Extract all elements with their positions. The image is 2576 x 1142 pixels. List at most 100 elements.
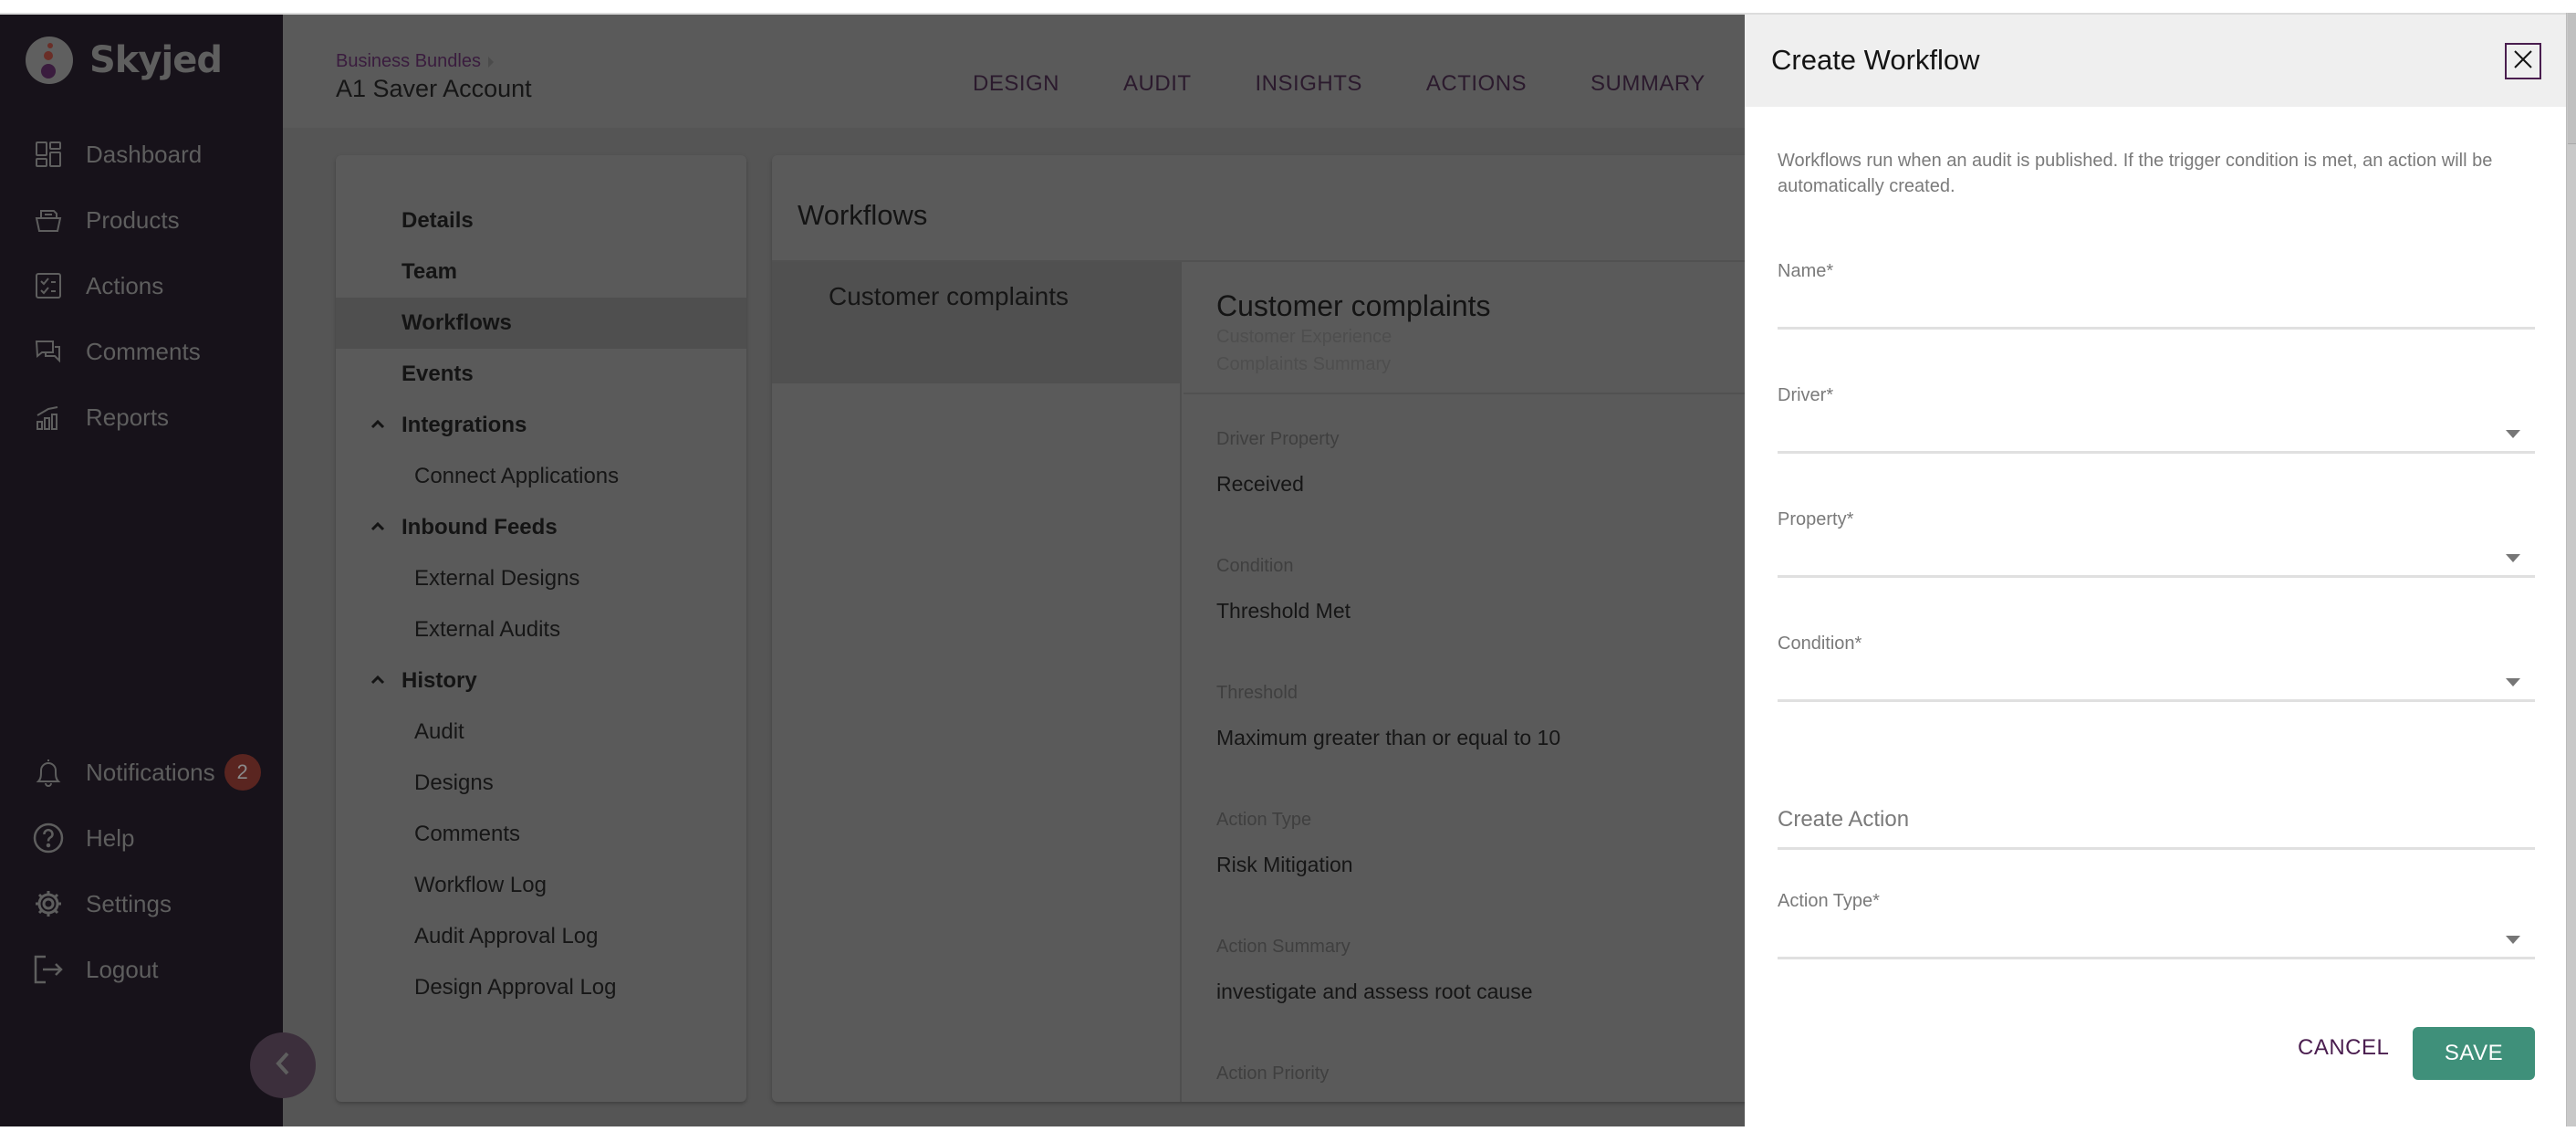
chevron-up-icon[interactable] (369, 519, 387, 536)
dropdown-arrow-icon (2506, 678, 2520, 686)
field-value: Maximum greater than or equal to 10 (1216, 726, 1561, 749)
page-title: A1 Saver Account (336, 75, 532, 102)
nav-item-label: Workflow Log (414, 873, 547, 897)
property-select[interactable] (1778, 530, 2535, 578)
sidebar-item-label: Settings (86, 889, 172, 917)
nav-item-label: Audit Approval Log (414, 924, 599, 948)
nav-group-integrations[interactable]: Integrations (336, 400, 746, 451)
condition-field: Condition* (1778, 634, 2535, 702)
field-value: Risk Mitigation (1216, 853, 1353, 876)
field-label: Condition (1216, 556, 1294, 576)
nav-group-inbound-feeds[interactable]: Inbound Feeds (336, 502, 746, 553)
nav-item-history-audit[interactable]: Audit (336, 707, 746, 758)
dropdown-arrow-icon (2506, 936, 2520, 944)
sidebar-item-help[interactable]: Help (33, 815, 134, 861)
nav-item-external-audits[interactable]: External Audits (336, 604, 746, 655)
sidebar-item-settings[interactable]: Settings (33, 881, 172, 927)
nav-item-label: Workflows (402, 310, 512, 335)
workflow-summary: Complaints Summary (1216, 354, 1392, 374)
nav-item-label: Audit (414, 719, 464, 744)
workflow-name: Customer complaints (1216, 289, 1491, 322)
sidebar-item-comments[interactable]: Comments (33, 329, 201, 374)
nav-item-workflow-log[interactable]: Workflow Log (336, 860, 746, 911)
scrollbar-thumb[interactable] (2568, 13, 2576, 144)
sidebar-item-products[interactable]: Products (33, 197, 180, 243)
name-input[interactable] (1778, 282, 2535, 327)
help-icon (33, 822, 64, 854)
condition-select[interactable] (1778, 655, 2535, 702)
nav-item-label: Events (402, 361, 474, 386)
nav-item-label: External Audits (414, 617, 561, 642)
workflow-detail: Customer complaints Customer Experience … (1184, 262, 1776, 1102)
detail-field-condition: Condition Threshold Met (1216, 556, 1351, 623)
workflow-detail-header: Customer complaints Customer Experience … (1184, 262, 1776, 394)
bell-icon (33, 757, 64, 788)
name-label: Name* (1778, 261, 1834, 281)
nav-item-label: Team (402, 259, 457, 284)
detail-field-threshold: Threshold Maximum greater than or equal t… (1216, 683, 1560, 750)
nav-item-label: External Designs (414, 566, 580, 591)
nav-item-label: Inbound Feeds (402, 515, 558, 540)
nav-item-history-designs[interactable]: Designs (336, 758, 746, 809)
field-value: Received (1216, 472, 1304, 496)
nav-item-workflows[interactable]: Workflows (336, 298, 746, 349)
nav-item-design-approval-log[interactable]: Design Approval Log (336, 962, 746, 1013)
tab-insights[interactable]: INSIGHTS (1256, 71, 1362, 97)
products-icon (33, 204, 64, 236)
workflow-list: Customer complaints (772, 262, 1182, 1102)
actions-icon (33, 270, 64, 301)
workflows-panel: Workflows Customer complaints Customer c… (772, 155, 1776, 1102)
nav-item-history-comments[interactable]: Comments (336, 809, 746, 860)
action-type-select[interactable] (1778, 912, 2535, 959)
breadcrumb-arrow-icon (487, 56, 494, 68)
nav-item-external-designs[interactable]: External Designs (336, 553, 746, 604)
sidebar-item-actions[interactable]: Actions (33, 263, 163, 309)
chevron-up-icon[interactable] (369, 673, 387, 689)
nav-item-label: History (402, 668, 477, 693)
collapse-sidebar-button[interactable] (250, 1032, 316, 1098)
chevron-up-icon[interactable] (369, 417, 387, 434)
property-label: Property* (1778, 509, 1854, 529)
save-button[interactable]: SAVE (2413, 1027, 2535, 1080)
tab-audit[interactable]: AUDIT (1123, 71, 1192, 97)
sidebar-item-label: Actions (86, 271, 164, 299)
breadcrumb[interactable]: Business Bundles (336, 51, 494, 72)
sidebar-item-label: Comments (86, 337, 201, 365)
nav-item-label: Integrations (402, 413, 527, 437)
driver-select[interactable] (1778, 406, 2535, 454)
create-action-heading: Create Action (1778, 807, 2535, 850)
settings-nav-panel: Details Team Workflows Events Integratio… (336, 155, 746, 1102)
breadcrumb-link[interactable]: Business Bundles (336, 51, 481, 71)
property-field: Property* (1778, 509, 2535, 578)
cancel-button[interactable]: CANCEL (2298, 1035, 2389, 1061)
nav-item-audit-approval-log[interactable]: Audit Approval Log (336, 911, 746, 962)
nav-item-events[interactable]: Events (336, 349, 746, 400)
logo[interactable]: Skyjed (26, 37, 223, 84)
sidebar-item-logout[interactable]: Logout (33, 947, 159, 992)
workflows-title: Workflows (798, 199, 928, 231)
driver-field: Driver* (1778, 385, 2535, 454)
field-value: investigate and assess root cause (1216, 980, 1533, 1003)
nav-item-details[interactable]: Details (336, 195, 746, 246)
sidebar-item-reports[interactable]: Reports (33, 394, 169, 440)
sidebar-item-dashboard[interactable]: Dashboard (33, 131, 202, 177)
logout-icon (33, 954, 64, 985)
tab-summary[interactable]: SUMMARY (1590, 71, 1705, 97)
sidebar-item-label: Logout (86, 955, 159, 983)
notification-count-badge: 2 (224, 754, 261, 791)
nav-item-connect-applications[interactable]: Connect Applications (336, 451, 746, 502)
workflow-list-item[interactable]: Customer complaints (772, 262, 1180, 383)
nav-item-team[interactable]: Team (336, 246, 746, 298)
name-field: Name* (1778, 261, 2535, 330)
tab-design[interactable]: DESIGN (973, 71, 1059, 97)
close-button[interactable] (2505, 43, 2541, 79)
nav-item-label: Design Approval Log (414, 975, 617, 1000)
reports-icon (33, 402, 64, 433)
nav-group-history[interactable]: History (336, 655, 746, 707)
sidebar-item-notifications[interactable]: Notifications 2 (33, 749, 261, 795)
gear-icon (33, 888, 64, 919)
close-icon (2512, 48, 2534, 75)
tab-actions[interactable]: ACTIONS (1426, 71, 1527, 97)
page-scrollbar[interactable] (2566, 13, 2576, 1126)
nav-item-label: Connect Applications (414, 464, 620, 488)
